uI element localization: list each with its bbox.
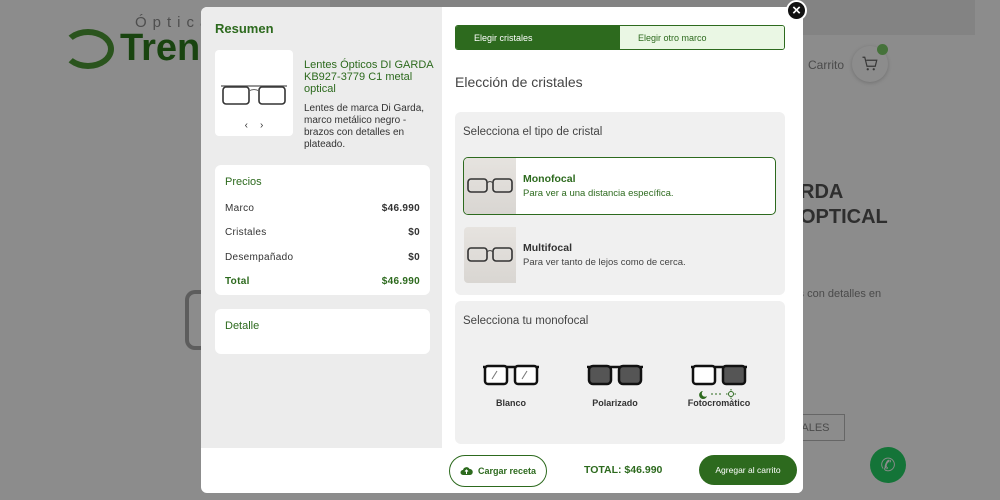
selection-panel: Elegir cristales Elegir otro marco Elecc… [442, 7, 803, 448]
glasses-product-image [221, 85, 287, 105]
detail-title: Detalle [225, 320, 260, 332]
multifocal-image [464, 227, 516, 283]
price-value: $0 [408, 251, 420, 263]
price-value: $46.990 [381, 202, 420, 214]
tab-choose-lenses[interactable]: Elegir cristales [456, 26, 620, 49]
product-thumbnail: ‹ › [215, 50, 293, 136]
price-row-frame: Marco $46.990 [225, 196, 420, 221]
price-label: Desempañado [225, 251, 294, 263]
monofocal-box: Selecciona tu monofocal Blanco Polarizad… [455, 301, 785, 444]
finish-option-photochromic[interactable]: Fotocromático [679, 361, 759, 408]
lens-option-description: Para ver a una distancia específica. [523, 188, 674, 199]
lens-type-box: Selecciona el tipo de cristal Monofocal … [455, 112, 785, 295]
upload-prescription-button[interactable]: Cargar receta [449, 455, 547, 487]
add-to-cart-button[interactable]: Agregar al carrito [699, 455, 797, 485]
price-row-total: Total $46.990 [225, 270, 420, 295]
summary-panel: Resumen ‹ › Lentes Ópticos DI GARDA KB92… [201, 7, 442, 448]
modal-footer: Cargar receta TOTAL: $46.990 Agregar al … [442, 448, 803, 493]
next-image-button[interactable]: › [260, 120, 263, 131]
close-modal-button[interactable]: × [786, 0, 807, 21]
lens-option-name: Multifocal [523, 242, 572, 254]
upload-prescription-label: Cargar receta [477, 466, 537, 476]
footer-total: TOTAL: $46.990 [584, 464, 663, 476]
lens-option-multifocal[interactable]: Multifocal Para ver tanto de lejos como … [463, 226, 776, 284]
price-value: $0 [408, 227, 420, 239]
lens-option-description: Para ver tanto de lejos como de cerca. [523, 257, 686, 268]
prev-image-button[interactable]: ‹ [245, 120, 248, 131]
summary-title: Resumen [215, 21, 274, 36]
lens-option-name: Monofocal [523, 173, 576, 185]
total-value: $46.990 [381, 276, 420, 288]
product-description: Lentes de marca Di Garda, marco metálico… [304, 103, 425, 150]
thumbnail-nav: ‹ › [215, 120, 293, 131]
price-label: Cristales [225, 227, 267, 239]
finish-option-polarized[interactable]: Polarizado [575, 361, 655, 408]
price-row-lenses: Cristales $0 [225, 221, 420, 246]
lens-option-monofocal[interactable]: Monofocal Para ver a una distancia espec… [463, 157, 776, 215]
monofocal-image [464, 158, 516, 214]
detail-card[interactable]: Detalle [215, 309, 430, 354]
lens-type-label: Selecciona el tipo de cristal [463, 126, 603, 138]
lens-selection-modal: Resumen ‹ › Lentes Ópticos DI GARDA KB92… [201, 7, 803, 493]
finish-option-label: Fotocromático [687, 398, 751, 408]
monofocal-label: Selecciona tu monofocal [463, 315, 589, 327]
prices-card: Precios Marco $46.990 Cristales $0 Desem… [215, 165, 430, 295]
section-heading: Elección de cristales [455, 74, 583, 90]
finish-option-label: Blanco [495, 398, 526, 408]
prices-title: Precios [225, 176, 262, 188]
product-name: Lentes Ópticos DI GARDA KB927-3779 C1 me… [304, 59, 433, 95]
clear-glasses-icon [483, 364, 539, 386]
tab-choose-other-frame[interactable]: Elegir otro marco [620, 26, 784, 49]
photochromic-glasses-icon [691, 364, 747, 399]
close-icon: × [792, 2, 801, 19]
selection-tabs: Elegir cristales Elegir otro marco [455, 25, 785, 50]
polarized-glasses-icon [587, 364, 643, 386]
total-label: Total [225, 276, 250, 288]
price-row-antifog: Desempañado $0 [225, 245, 420, 270]
finish-option-clear[interactable]: Blanco [471, 361, 551, 408]
cloud-upload-icon [460, 467, 473, 475]
price-label: Marco [225, 202, 255, 214]
finish-option-label: Polarizado [592, 398, 638, 408]
